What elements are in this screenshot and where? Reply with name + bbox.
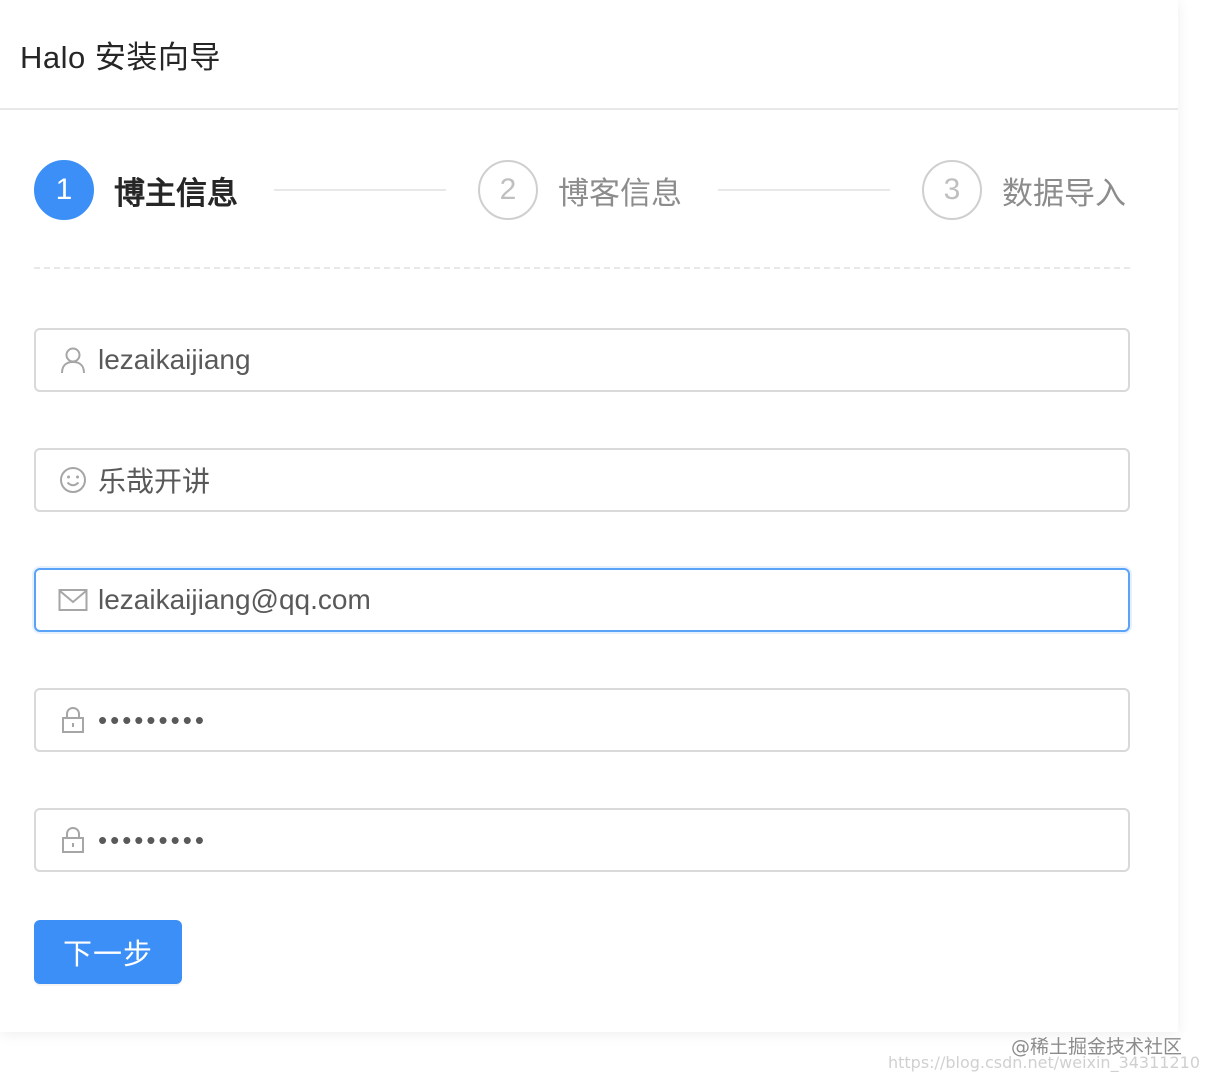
username-input[interactable]	[98, 330, 1128, 390]
mail-icon	[58, 585, 88, 615]
password-input[interactable]: •••••••••	[98, 690, 1128, 750]
next-step-button[interactable]: 下一步	[34, 920, 182, 984]
step-2-label: 博客信息	[558, 175, 682, 211]
step-2-circle: 2	[478, 160, 538, 220]
smile-icon	[58, 465, 88, 495]
confirm-password-field[interactable]: •••••••••	[34, 808, 1130, 872]
step-3-label: 数据导入	[1002, 175, 1126, 211]
confirm-password-input[interactable]: •••••••••	[98, 810, 1128, 870]
step-1-circle: 1	[34, 160, 94, 220]
step-blog-info[interactable]: 2 博客信息	[478, 158, 682, 222]
setup-wizard-card: Halo 安装向导 1 博主信息 2 博客信息 3 数据导入 lezaikaij…	[0, 0, 1178, 1032]
card-header: Halo 安装向导	[0, 0, 1178, 110]
steps-bar: 1 博主信息 2 博客信息 3 数据导入	[34, 158, 1130, 222]
step-1-label: 博主信息	[114, 175, 238, 211]
step-connector-2	[718, 189, 890, 191]
step-3-circle: 3	[922, 160, 982, 220]
lock-icon	[58, 825, 88, 855]
password-field[interactable]: •••••••••	[34, 688, 1130, 752]
username-field[interactable]	[34, 328, 1130, 392]
user-icon	[58, 345, 88, 375]
nickname-field[interactable]	[34, 448, 1130, 512]
step-connector-1	[274, 189, 446, 191]
email-input[interactable]	[98, 570, 1128, 630]
lock-icon	[58, 705, 88, 735]
step-blogger-info[interactable]: 1 博主信息	[34, 158, 238, 222]
email-field[interactable]	[34, 568, 1130, 632]
watermark-url: https://blog.csdn.net/weixin_34311210	[887, 1053, 1200, 1072]
page-title: Halo 安装向导	[20, 39, 221, 75]
step-data-import[interactable]: 3 数据导入	[922, 158, 1126, 222]
steps-divider	[34, 267, 1130, 269]
nickname-input[interactable]	[98, 450, 1128, 510]
